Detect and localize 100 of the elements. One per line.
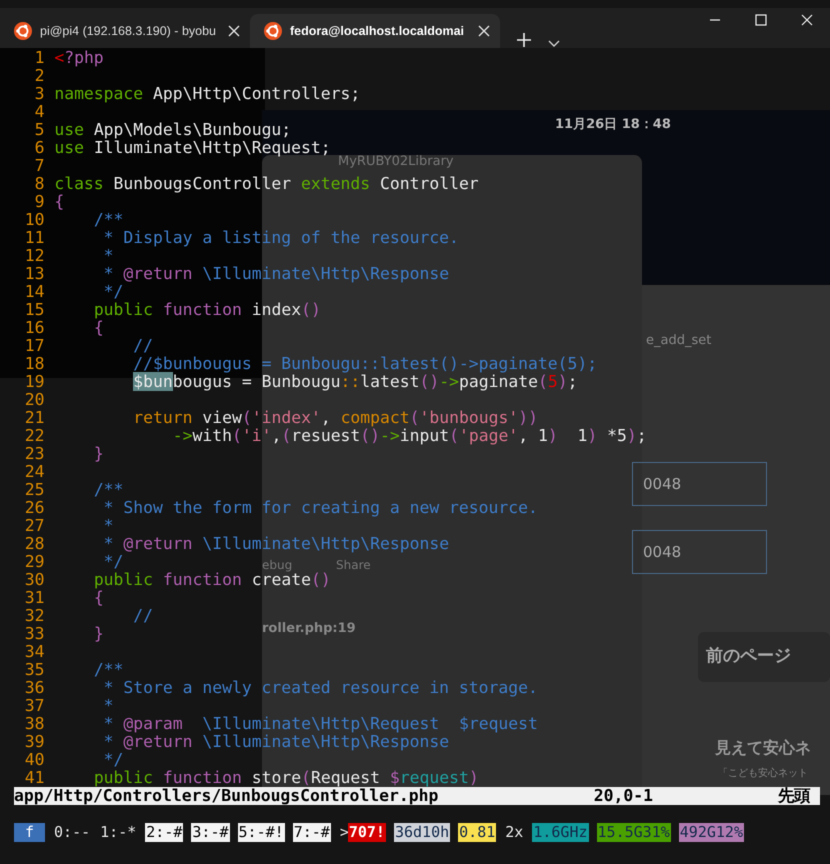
line-number: 27 bbox=[24, 517, 44, 535]
status-indicator: 1.6GHz bbox=[532, 823, 589, 842]
code-line: ->with('i',(resuest()->input('page', 1) 1) *5); bbox=[172, 427, 647, 445]
line-number: 4 bbox=[34, 103, 44, 121]
code-line: public function index() bbox=[92, 301, 321, 319]
page-label: e_add_set bbox=[646, 332, 712, 350]
line-number: 1 bbox=[34, 49, 44, 67]
line-number: 34 bbox=[24, 643, 44, 661]
code-line: public function create() bbox=[92, 571, 331, 589]
status-indicator: 492G12% bbox=[678, 823, 744, 842]
line-number: 33 bbox=[24, 625, 44, 643]
line-number: 19 bbox=[24, 373, 44, 391]
close-icon[interactable] bbox=[478, 25, 490, 37]
code-line: * @return \Illuminate\Http\Response bbox=[102, 733, 450, 751]
code-line: public function store(Request $request) bbox=[92, 769, 479, 787]
status-text: 1:-* bbox=[99, 823, 138, 842]
line-number: 24 bbox=[24, 463, 44, 481]
line-number: 7 bbox=[34, 157, 44, 175]
code-line: * Store a newly created resource in storage. bbox=[102, 679, 538, 697]
code-line: // bbox=[132, 337, 154, 355]
code-line: namespace App\Http\Controllers; bbox=[54, 85, 360, 103]
close-icon bbox=[801, 14, 813, 26]
status-indicator: 15.5G31% bbox=[596, 823, 671, 842]
ubuntu-icon bbox=[14, 22, 32, 40]
chevron-icon bbox=[548, 40, 560, 48]
dropdown-button[interactable] bbox=[548, 40, 560, 48]
file-link[interactable]: roller.php:19 bbox=[262, 619, 356, 638]
line-number: 37 bbox=[24, 697, 44, 715]
code-line: $bunbougus = Bunbougu::latest()->paginate(5); bbox=[132, 373, 578, 391]
code-line: * bbox=[102, 247, 114, 265]
line-number: 10 bbox=[24, 211, 44, 229]
line-number: 35 bbox=[24, 661, 44, 679]
status-text: 2x bbox=[504, 823, 524, 842]
close-icon[interactable] bbox=[228, 25, 240, 37]
code-line: * @param \Illuminate\Http\Request $request bbox=[102, 715, 538, 733]
line-number: 2 bbox=[34, 67, 44, 85]
page-note: 「こども安心ネット bbox=[718, 766, 808, 781]
line-number: 26 bbox=[24, 499, 44, 517]
ubuntu-icon bbox=[264, 22, 282, 40]
code-line: { bbox=[92, 319, 104, 337]
code-line: { bbox=[92, 589, 104, 607]
line-number: 11 bbox=[24, 229, 44, 247]
code-line: /** bbox=[92, 481, 124, 499]
input-field[interactable]: 0048 bbox=[632, 462, 767, 506]
line-number: 23 bbox=[24, 445, 44, 463]
code-line: <?php bbox=[54, 49, 104, 67]
code-line: /** bbox=[92, 661, 124, 679]
status-text: > bbox=[338, 823, 350, 842]
new-tab-button[interactable] bbox=[516, 32, 532, 48]
line-number: 14 bbox=[24, 283, 44, 301]
code-line: use Illuminate\Http\Request; bbox=[54, 139, 331, 157]
code-line: return view('index', compact('bunbougs')) bbox=[132, 409, 538, 427]
status-indicator: 0.81 bbox=[458, 823, 496, 842]
terminal-tab[interactable]: pi@pi4 (192.168.3.190) - byobu bbox=[0, 14, 250, 48]
status-indicator: 36d10h bbox=[394, 823, 450, 842]
back-button[interactable]: 前のページ bbox=[698, 632, 830, 682]
line-number: 25 bbox=[24, 481, 44, 499]
terminal-tab[interactable]: fedora@localhost.localdomai bbox=[250, 14, 500, 48]
line-number: 31 bbox=[24, 589, 44, 607]
file-path: app/Http/Controllers/BunbougsController.php bbox=[14, 787, 438, 805]
logo-badge: f bbox=[14, 823, 46, 842]
line-number: 16 bbox=[24, 319, 44, 337]
input-field[interactable]: 0048 bbox=[632, 530, 767, 574]
line-number: 17 bbox=[24, 337, 44, 355]
status-text: 0:-- bbox=[53, 823, 92, 842]
line-number: 12 bbox=[24, 247, 44, 265]
code-line: { bbox=[54, 193, 64, 211]
code-line: class BunbougsController extends Controller bbox=[54, 175, 479, 193]
window-indicator[interactable]: 2:-# bbox=[145, 823, 184, 842]
clock-text: 11月26日 18：48 bbox=[555, 116, 671, 134]
line-number: 9 bbox=[34, 193, 44, 211]
line-number: 40 bbox=[24, 751, 44, 769]
code-line: */ bbox=[102, 283, 124, 301]
line-number: 13 bbox=[24, 265, 44, 283]
code-line: * @return \Illuminate\Http\Response bbox=[102, 535, 450, 553]
line-number: 21 bbox=[24, 409, 44, 427]
code-line: //$bunbougus = Bunbougu::latest()->paginate(5); bbox=[132, 355, 598, 373]
code-line: * bbox=[102, 517, 114, 535]
code-line: } bbox=[92, 625, 104, 643]
line-number: 29 bbox=[24, 553, 44, 571]
line-number: 18 bbox=[24, 355, 44, 373]
line-number: 38 bbox=[24, 715, 44, 733]
line-number: 3 bbox=[34, 85, 44, 103]
line-number: 30 bbox=[24, 571, 44, 589]
window-indicator[interactable]: 3:-# bbox=[191, 823, 230, 842]
maximize-icon bbox=[755, 14, 767, 26]
cursor-position: 20,0-1 bbox=[594, 787, 653, 805]
line-number: 32 bbox=[24, 607, 44, 625]
code-line: use App\Models\Bunbougu; bbox=[54, 121, 292, 139]
code-line: * Show the form for creating a new resource. bbox=[102, 499, 538, 517]
window-indicator[interactable]: 5:-#! bbox=[238, 823, 285, 842]
window-indicator[interactable]: 7:-# bbox=[292, 823, 331, 842]
code-line: * Display a listing of the resource. bbox=[102, 229, 459, 247]
line-number: 6 bbox=[34, 139, 44, 157]
line-number: 15 bbox=[24, 301, 44, 319]
page-heading: 見えて安心ネ bbox=[715, 737, 811, 759]
line-number: 20 bbox=[24, 391, 44, 409]
code-line: // bbox=[132, 607, 154, 625]
line-number: 8 bbox=[34, 175, 44, 193]
code-line: */ bbox=[102, 553, 124, 571]
